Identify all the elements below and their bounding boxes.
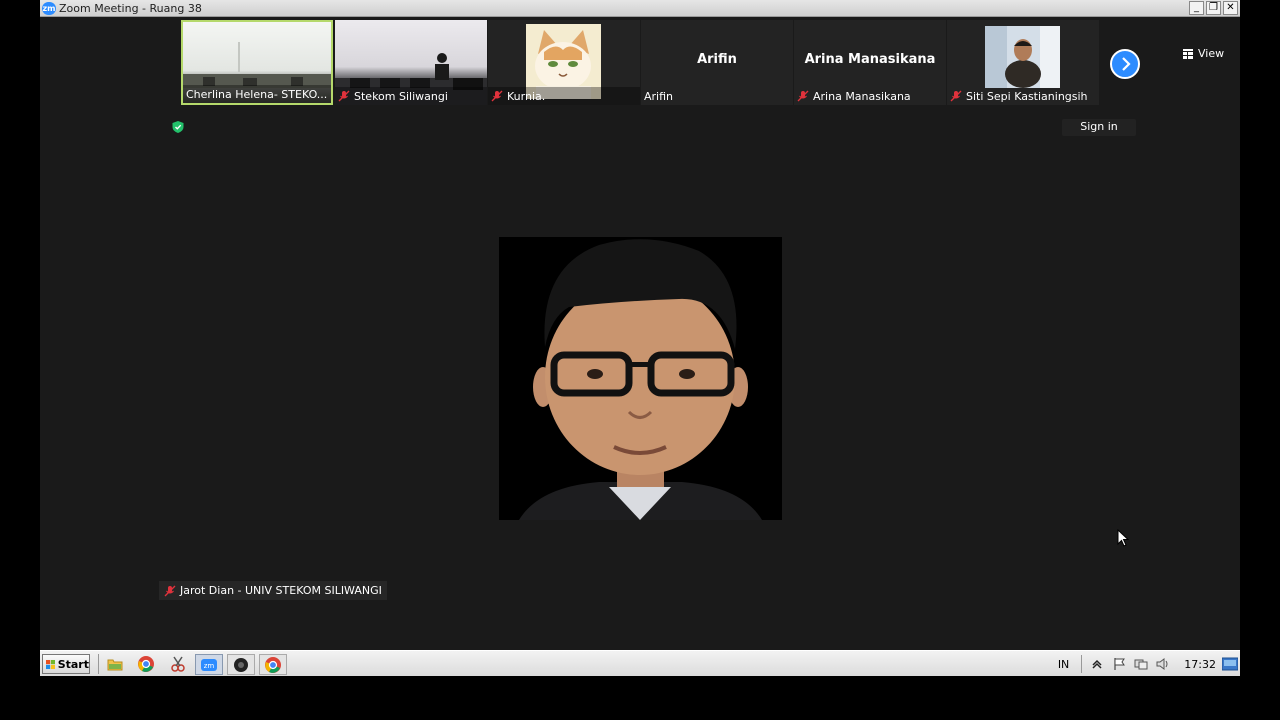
mic-muted-icon	[164, 585, 176, 596]
participant-display-name: Arifin	[697, 52, 737, 67]
view-button[interactable]: View	[1183, 47, 1224, 60]
network-icon[interactable]	[1134, 657, 1148, 671]
camera-app-taskbar-button[interactable]	[227, 654, 255, 675]
mic-muted-icon	[338, 90, 350, 102]
mic-muted-icon	[797, 90, 809, 102]
language-indicator[interactable]: IN	[1058, 658, 1069, 671]
action-center-flag-icon[interactable]	[1112, 657, 1126, 671]
security-shield-icon[interactable]	[171, 120, 185, 134]
start-label: Start	[57, 657, 89, 671]
participant-tile[interactable]: Siti Sepi Kastianingsih	[947, 20, 1099, 105]
view-label: View	[1198, 47, 1225, 60]
zoom-window: zm Zoom Meeting - Ruang 38 _ ❐ ✕ Cherlin…	[40, 0, 1240, 676]
chrome-taskbar-button[interactable]	[259, 654, 287, 675]
minimize-button[interactable]: _	[1189, 1, 1204, 15]
participant-strip: Cherlina Helena- STEKO... Stekom Siliwan…	[40, 18, 1240, 108]
clock[interactable]: 17:32	[1184, 658, 1216, 671]
taskbar: Start zm IN 17:32	[40, 650, 1240, 676]
mic-muted-icon	[950, 90, 962, 102]
participant-tile[interactable]: Cherlina Helena- STEKO...	[181, 20, 333, 105]
participant-name: Stekom Siliwangi	[354, 89, 448, 103]
chevron-right-icon	[1122, 57, 1131, 71]
webcam-icon	[234, 658, 248, 672]
grid-view-icon	[1183, 48, 1193, 59]
active-speaker-name: Jarot Dian - UNIV STEKOM SILIWANGI	[180, 584, 382, 597]
participant-tile[interactable]: Stekom Siliwangi	[335, 20, 487, 105]
active-speaker-video	[499, 237, 782, 520]
svg-text:zm: zm	[204, 662, 215, 670]
system-tray: IN 17:32	[1058, 653, 1240, 675]
participant-name: Kurnia.	[507, 89, 546, 103]
snipping-tool-icon[interactable]	[169, 655, 187, 673]
chrome-icon[interactable]	[137, 655, 155, 673]
next-page-button[interactable]	[1110, 49, 1140, 79]
restore-button[interactable]: ❐	[1206, 1, 1221, 15]
title-bar[interactable]: zm Zoom Meeting - Ruang 38 _ ❐ ✕	[40, 0, 1240, 17]
participant-display-name: Arina Manasikana	[804, 52, 936, 67]
participant-name: Cherlina Helena- STEKO...	[186, 87, 328, 101]
participant-name: Arina Manasikana	[813, 89, 911, 103]
zoom-icon: zm	[201, 659, 217, 671]
participant-name: Arifin	[644, 89, 674, 103]
mouse-cursor-icon	[1117, 529, 1129, 547]
zoom-taskbar-button[interactable]: zm	[195, 654, 223, 675]
participant-name: Siti Sepi Kastianingsih	[966, 89, 1088, 103]
participant-video	[985, 26, 1060, 88]
file-explorer-icon[interactable]	[106, 655, 124, 673]
participant-tile[interactable]: Arina Manasikana Arina Manasikana	[794, 20, 946, 105]
windows-logo-icon	[46, 659, 56, 669]
participant-tile[interactable]: Arifin Arifin	[641, 20, 793, 105]
zoom-app-icon: zm	[42, 2, 56, 15]
window-controls: _ ❐ ✕	[1189, 1, 1238, 15]
show-hidden-icons-icon[interactable]	[1090, 657, 1104, 671]
sign-in-button[interactable]: Sign in	[1062, 119, 1136, 136]
active-speaker-name-tag: Jarot Dian - UNIV STEKOM SILIWANGI	[159, 581, 387, 600]
chrome-icon	[265, 657, 281, 673]
start-button[interactable]: Start	[42, 654, 90, 674]
mic-muted-icon	[491, 90, 503, 102]
show-desktop-icon[interactable]	[1222, 657, 1238, 671]
window-title: Zoom Meeting - Ruang 38	[59, 2, 202, 15]
close-button[interactable]: ✕	[1223, 1, 1238, 15]
participant-tile[interactable]: Kurnia.	[488, 20, 640, 105]
volume-icon[interactable]	[1156, 657, 1170, 671]
